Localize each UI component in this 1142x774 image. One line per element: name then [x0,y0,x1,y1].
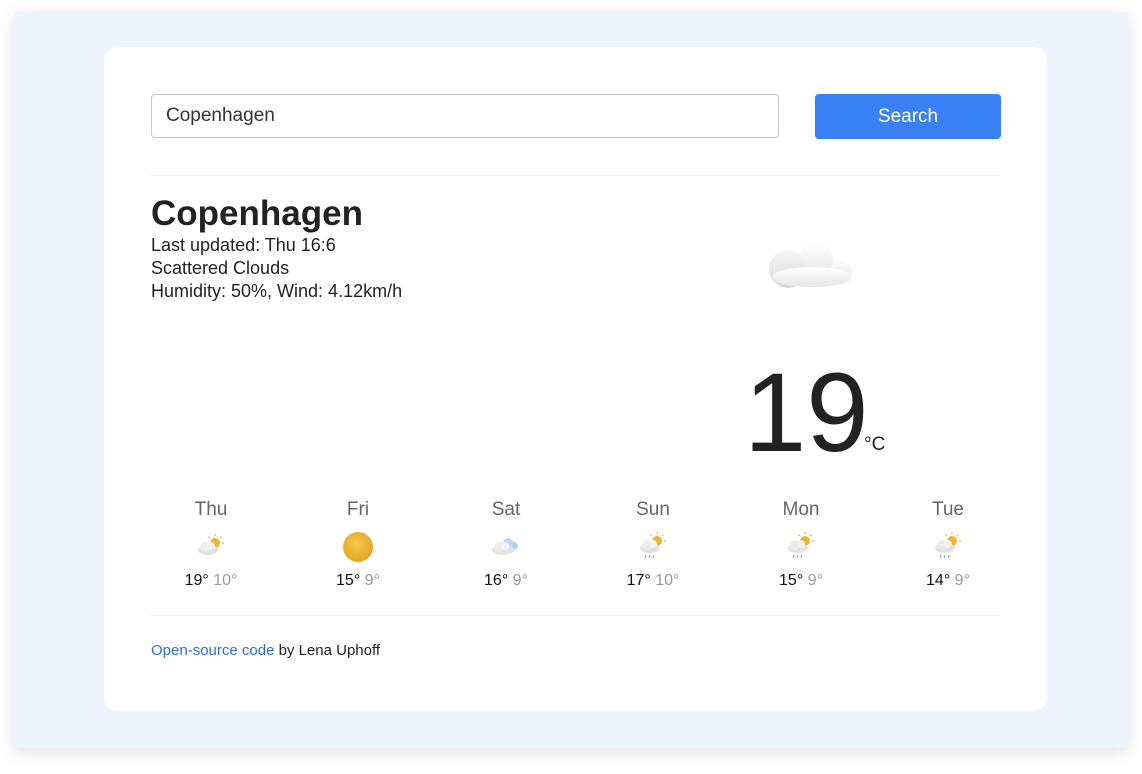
cloudy-icon [492,538,518,555]
weather-card: Search Copenhagen Last updated: Thu 16:6… [104,47,1047,711]
forecast-day: Sun 17° 10° [593,497,713,590]
forecast-day-name: Tue [931,499,965,520]
forecast-min-temp: 9° [512,572,528,589]
forecast-day-name: Sun [636,499,670,520]
forecast-temps: 19° 10° [151,572,271,590]
city-search-input[interactable] [151,94,779,138]
sun-rain-icon [640,532,666,559]
weather-description: Scattered Clouds [151,258,290,278]
partly-cloudy-icon [198,534,224,555]
forecast-min-temp: 9° [364,572,380,589]
top-divider [151,175,1000,176]
humidity-wind-text: Humidity: 50%, Wind: 4.12km/h [151,281,403,301]
forecast-max-temp: 15° [779,572,804,589]
open-source-link[interactable]: Open-source code [151,642,274,659]
forecast-temps: 16° 9° [446,572,566,590]
forecast-day: Fri 15° 9° [298,497,418,590]
forecast-day: Sat 16° 9° [446,497,566,590]
forecast-max-temp: 19° [184,572,209,589]
forecast-max-temp: 16° [484,572,509,589]
sun-rain-icon [788,532,814,559]
forecast-min-temp: 9° [807,572,823,589]
sun-icon [343,532,373,562]
forecast-row: Thu 19° 10° Fri 15° 9° Sat 16° 9° Sun 17… [151,497,1036,597]
forecast-max-temp: 14° [926,572,951,589]
last-updated-text: Last updated: Thu 16:6 [151,235,336,255]
bottom-divider [151,615,1000,616]
forecast-day: Tue 14° 9° [888,497,1008,590]
cloud-icon [769,242,852,288]
forecast-day-name: Thu [194,499,228,520]
forecast-min-temp: 9° [954,572,970,589]
sun-rain-icon [935,532,961,559]
forecast-temps: 14° 9° [888,572,1008,590]
forecast-max-temp: 15° [336,572,361,589]
forecast-temps: 15° 9° [741,572,861,590]
forecast-min-temp: 10° [655,572,680,589]
forecast-max-temp: 17° [626,572,651,589]
search-button[interactable]: Search [815,94,1001,139]
forecast-day-name: Mon [782,499,820,520]
city-name: Copenhagen [151,194,363,233]
forecast-day-name: Fri [346,499,370,520]
author-credit: by Lena Uphoff [274,642,381,659]
footer: Open-source code by Lena Uphoff [151,642,380,659]
temperature-unit: °C [864,434,886,455]
forecast-day: Thu 19° 10° [151,497,271,590]
current-temperature: 19 [744,350,869,475]
forecast-day-name: Sat [491,499,521,520]
forecast-temps: 15° 9° [298,572,418,590]
forecast-min-temp: 10° [213,572,238,589]
forecast-temps: 17° 10° [593,572,713,590]
forecast-day: Mon 15° 9° [741,497,861,590]
